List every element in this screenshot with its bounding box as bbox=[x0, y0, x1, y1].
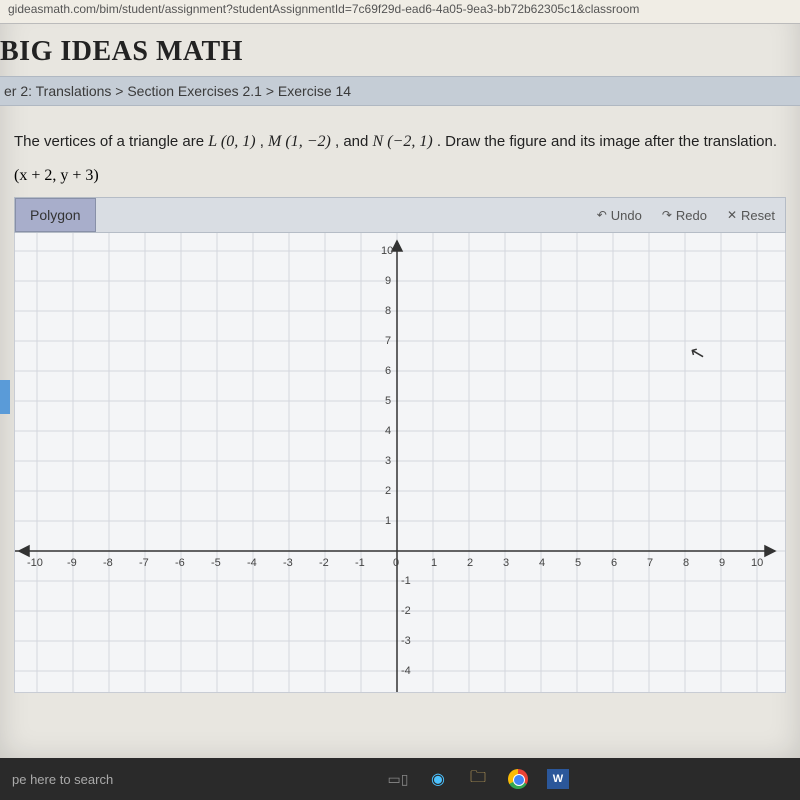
word-icon[interactable]: W bbox=[541, 764, 575, 794]
y-tick-n4: -4 bbox=[401, 665, 411, 677]
windows-taskbar: pe here to search ▭▯ ◉ 🗀 W bbox=[0, 758, 800, 800]
x-tick-9: 9 bbox=[719, 557, 725, 569]
y-tick-5: 5 bbox=[385, 395, 391, 407]
x-tick-n4: -4 bbox=[247, 557, 257, 569]
vertex-L: L (0, 1) bbox=[208, 133, 255, 150]
x-tick-5: 5 bbox=[575, 557, 581, 569]
x-tick-n6: -6 bbox=[175, 557, 185, 569]
x-tick-4: 4 bbox=[539, 557, 545, 569]
browser-url-bar[interactable]: gideasmath.com/bim/student/assignment?st… bbox=[0, 0, 800, 24]
redo-icon: ↷ bbox=[662, 208, 672, 222]
problem-outro: . Draw the figure and its image after th… bbox=[437, 133, 777, 150]
file-explorer-icon[interactable]: 🗀 bbox=[461, 764, 495, 794]
x-tick-n9: -9 bbox=[67, 557, 77, 569]
x-tick-n5: -5 bbox=[211, 557, 221, 569]
grid-svg bbox=[15, 233, 785, 693]
y-tick-9: 9 bbox=[385, 275, 391, 287]
x-tick-n8: -8 bbox=[103, 557, 113, 569]
polygon-button[interactable]: Polygon bbox=[15, 198, 96, 232]
x-tick-6: 6 bbox=[611, 557, 617, 569]
vertex-M: M (1, −2) bbox=[268, 133, 331, 150]
y-tick-3: 3 bbox=[385, 455, 391, 467]
x-tick-n3: -3 bbox=[283, 557, 293, 569]
coordinate-grid[interactable]: 10 9 8 7 6 5 4 3 2 1 -1 -2 -3 -4 -10 -9 … bbox=[14, 233, 786, 693]
side-tab[interactable] bbox=[0, 380, 10, 414]
edge-icon[interactable]: ◉ bbox=[421, 764, 455, 794]
x-tick-0: 0 bbox=[393, 557, 399, 569]
x-tick-n10: -10 bbox=[27, 557, 43, 569]
y-tick-10: 10 bbox=[381, 245, 393, 257]
vertex-N: N (−2, 1) bbox=[373, 133, 433, 150]
chrome-icon[interactable] bbox=[501, 764, 535, 794]
graph-toolbar: Polygon ↶ Undo ↷ Redo ✕ Reset bbox=[14, 197, 786, 233]
comma2: , and bbox=[335, 133, 373, 150]
reset-label: Reset bbox=[741, 208, 775, 223]
task-view-icon[interactable]: ▭▯ bbox=[381, 764, 415, 794]
y-tick-n2: -2 bbox=[401, 605, 411, 617]
x-tick-3: 3 bbox=[503, 557, 509, 569]
taskbar-search[interactable]: pe here to search bbox=[8, 772, 158, 787]
x-tick-n2: -2 bbox=[319, 557, 329, 569]
undo-icon: ↶ bbox=[597, 208, 607, 222]
x-tick-1: 1 bbox=[431, 557, 437, 569]
comma1: , bbox=[260, 133, 268, 150]
problem-statement: The vertices of a triangle are L (0, 1) … bbox=[0, 106, 800, 165]
undo-label: Undo bbox=[611, 208, 642, 223]
y-tick-7: 7 bbox=[385, 335, 391, 347]
y-tick-4: 4 bbox=[385, 425, 391, 437]
redo-button[interactable]: ↷ Redo bbox=[652, 198, 717, 232]
x-tick-7: 7 bbox=[647, 557, 653, 569]
y-tick-n3: -3 bbox=[401, 635, 411, 647]
problem-intro: The vertices of a triangle are bbox=[14, 133, 208, 150]
reset-button[interactable]: ✕ Reset bbox=[717, 198, 785, 232]
y-tick-1: 1 bbox=[385, 515, 391, 527]
x-tick-n1: -1 bbox=[355, 557, 365, 569]
x-tick-2: 2 bbox=[467, 557, 473, 569]
undo-button[interactable]: ↶ Undo bbox=[587, 198, 652, 232]
redo-label: Redo bbox=[676, 208, 707, 223]
app-title: BIG IDEAS MATH bbox=[0, 24, 800, 76]
y-tick-8: 8 bbox=[385, 305, 391, 317]
y-tick-6: 6 bbox=[385, 365, 391, 377]
y-tick-n1: -1 bbox=[401, 575, 411, 587]
reset-icon: ✕ bbox=[727, 208, 737, 222]
y-tick-2: 2 bbox=[385, 485, 391, 497]
x-tick-n7: -7 bbox=[139, 557, 149, 569]
breadcrumb: er 2: Translations > Section Exercises 2… bbox=[0, 76, 800, 106]
x-tick-8: 8 bbox=[683, 557, 689, 569]
x-tick-10: 10 bbox=[751, 557, 763, 569]
translation-rule: (x + 2, y + 3) bbox=[0, 165, 800, 197]
